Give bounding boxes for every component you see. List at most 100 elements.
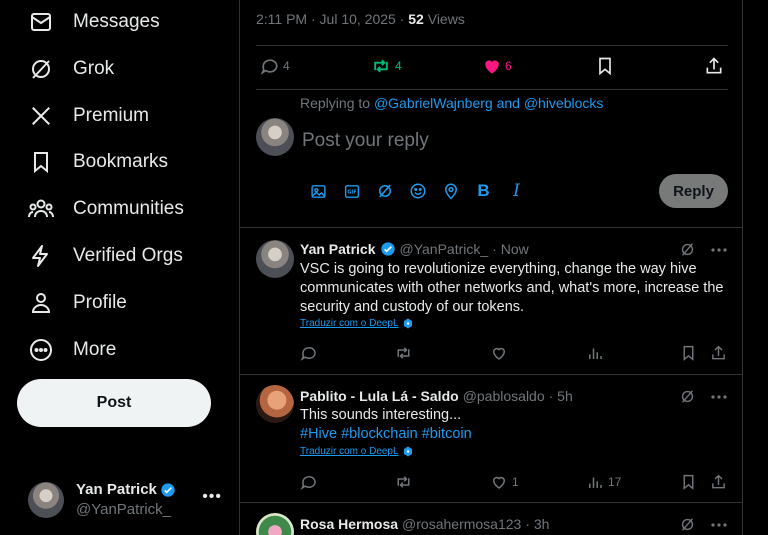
tweet-time: 2:11 PM · Jul 10, 2025 · (256, 11, 409, 27)
emoji-icon[interactable] (401, 180, 434, 202)
verified-badge-icon (160, 482, 176, 498)
reply-action[interactable] (300, 473, 318, 491)
nav-bookmarks-label: Bookmarks (73, 151, 169, 172)
author-handle[interactable]: @pablosaldo (463, 388, 545, 404)
x-logo-icon (28, 103, 54, 129)
nav-bookmarks[interactable]: Bookmarks (16, 140, 180, 184)
reply-post[interactable]: Yan Patrick @YanPatrick_ · Now VSC is go… (240, 228, 742, 374)
analytics-icon (586, 473, 604, 491)
verified-badge-icon (380, 241, 396, 257)
share-action[interactable] (710, 473, 727, 491)
author-handle[interactable]: @YanPatrick_ (400, 241, 489, 257)
grok-icon[interactable] (679, 388, 696, 405)
views-action[interactable] (586, 344, 604, 362)
reply-post[interactable]: Rosa Hermosa @rosahermosa123 · 3h (240, 503, 742, 535)
reply-icon (300, 344, 318, 362)
reply-action[interactable] (300, 344, 318, 362)
nav-grok[interactable]: Grok (16, 47, 126, 91)
account-name: Yan Patrick (76, 481, 157, 498)
divider (256, 45, 728, 46)
post-time: · 5h (548, 388, 573, 404)
more-circle-icon (28, 337, 54, 363)
repost-count: 4 (395, 59, 402, 73)
views-count: 52 (408, 11, 424, 27)
avatar (256, 240, 294, 278)
share-icon (710, 473, 727, 491)
repost-action[interactable]: 4 (370, 56, 402, 76)
reply-post[interactable]: Pablito - Lula Lá - Saldo @pablosaldo · … (240, 375, 742, 502)
nav-verified-orgs[interactable]: Verified Orgs (16, 234, 195, 278)
bold-icon[interactable]: B (467, 180, 500, 202)
tweet-meta: 2:11 PM · Jul 10, 2025 · 52 Views (256, 11, 465, 27)
author-name[interactable]: Rosa Hermosa (300, 516, 398, 532)
author-handle[interactable]: @rosahermosa123 (402, 516, 521, 532)
hashtags[interactable]: #Hive #blockchain #bitcoin (300, 425, 730, 444)
share-icon (704, 56, 724, 76)
replying-users-link[interactable]: @GabrielWajnberg and @hiveblocks (374, 95, 603, 111)
repost-action[interactable] (394, 344, 413, 362)
more-icon[interactable] (710, 394, 728, 400)
post-text: This sounds interesting... (300, 407, 462, 423)
translate-link[interactable]: Traduzir com o DeepL (300, 318, 413, 329)
grok-icon[interactable] (368, 180, 401, 202)
italic-icon[interactable]: I (500, 180, 533, 202)
nav-communities-label: Communities (73, 198, 184, 219)
translate-label: Traduzir com o DeepL (300, 318, 399, 329)
translate-label: Traduzir com o DeepL (300, 446, 399, 457)
bookmark-action[interactable] (595, 56, 615, 76)
avatar (256, 385, 294, 423)
nav-premium[interactable]: Premium (16, 94, 161, 138)
bookmark-icon (595, 56, 615, 76)
nav-more[interactable]: More (16, 328, 128, 372)
account-switcher[interactable]: Yan Patrick @YanPatrick_ ••• (16, 470, 238, 530)
views-action[interactable]: 17 (586, 473, 621, 491)
more-icon[interactable] (710, 247, 728, 253)
repost-icon (370, 56, 392, 76)
grok-icon[interactable] (679, 241, 696, 258)
nav-grok-label: Grok (73, 58, 115, 79)
nav-messages[interactable]: Messages (16, 0, 172, 44)
post-button[interactable]: Post (17, 379, 211, 427)
translate-link[interactable]: Traduzir com o DeepL (300, 446, 413, 457)
mail-icon (28, 9, 54, 35)
reply-button[interactable]: Reply (659, 174, 728, 208)
bookmark-action[interactable] (680, 344, 697, 362)
replying-to: Replying to @GabrielWajnberg and @hivebl… (300, 95, 603, 111)
replying-prefix: Replying to (300, 95, 374, 111)
compose-toolbar: GIF B I (302, 180, 533, 202)
more-icon[interactable] (710, 522, 728, 528)
nav-communities[interactable]: Communities (16, 187, 196, 231)
gif-icon[interactable]: GIF (335, 180, 368, 202)
nav-profile[interactable]: Profile (16, 281, 139, 325)
lightning-icon (28, 243, 54, 269)
bookmark-action[interactable] (680, 473, 697, 491)
share-action[interactable] (710, 344, 727, 362)
repost-icon (394, 473, 413, 491)
repost-action[interactable] (394, 473, 413, 491)
communities-icon (28, 196, 54, 222)
like-action[interactable]: 6 (482, 56, 512, 76)
reply-action[interactable]: 4 (260, 56, 290, 76)
like-count: 1 (512, 475, 519, 489)
bookmark-icon (680, 473, 697, 491)
share-icon (710, 344, 727, 362)
reply-input[interactable]: Post your reply (302, 130, 429, 152)
avatar (256, 118, 294, 156)
bookmark-icon (28, 149, 54, 175)
location-icon[interactable] (434, 180, 467, 202)
person-icon (28, 290, 54, 316)
post-time: · Now (492, 241, 529, 257)
author-name[interactable]: Yan Patrick (300, 241, 376, 257)
account-more-icon[interactable]: ••• (202, 488, 222, 506)
heart-icon (490, 344, 508, 362)
like-action[interactable] (490, 344, 508, 362)
grok-icon[interactable] (679, 516, 696, 533)
post-text: VSC is going to revolutionize everything… (300, 261, 724, 315)
like-action[interactable]: 1 (490, 473, 519, 491)
author-name[interactable]: Pablito - Lula Lá - Saldo (300, 388, 459, 404)
share-action[interactable] (704, 56, 724, 76)
sidebar: Messages Grok Premium Bookmarks Communit… (0, 0, 240, 535)
nav-messages-label: Messages (73, 11, 160, 32)
image-icon[interactable] (302, 180, 335, 202)
views-label: Views (423, 11, 465, 27)
